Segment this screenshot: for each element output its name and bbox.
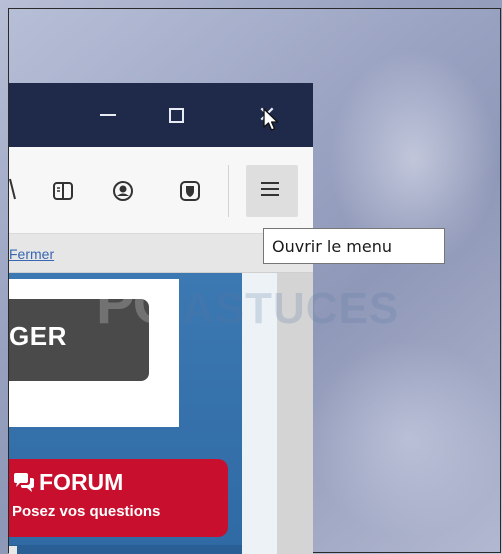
site-watermark: PC ASTUCES	[96, 270, 456, 340]
close-link[interactable]: Fermer	[9, 246, 54, 262]
menu-tooltip: Ouvrir le menu	[263, 228, 445, 264]
open-menu-button[interactable]	[246, 165, 298, 217]
reader-view-button[interactable]	[52, 180, 74, 202]
page-bottom-bar	[9, 545, 242, 554]
browser-toolbar	[9, 147, 313, 234]
tracking-protection-button[interactable]	[179, 180, 201, 202]
reader-view-icon	[53, 182, 73, 200]
maximize-icon	[168, 107, 184, 123]
chat-bubbles-icon	[14, 473, 34, 492]
forum-subtitle: Posez vos questions	[12, 503, 161, 520]
watermark-astuces: ASTUCES	[182, 284, 400, 333]
watermark-pc: PC	[96, 271, 175, 336]
maximize-button[interactable]	[154, 97, 198, 133]
minimize-icon	[100, 114, 116, 116]
download-button-label: GER	[9, 321, 67, 351]
account-icon	[113, 181, 133, 201]
account-button[interactable]	[112, 180, 134, 202]
forum-button[interactable]: FORUM Posez vos questions	[9, 459, 228, 537]
checkbox[interactable]	[9, 546, 17, 554]
mouse-cursor-icon	[263, 108, 279, 131]
minimize-button[interactable]	[86, 97, 130, 133]
address-bar-edge[interactable]	[9, 169, 17, 209]
hamburger-menu-icon	[261, 182, 279, 196]
forum-title: FORUM	[39, 469, 124, 495]
toolbar-separator	[228, 165, 229, 217]
cloud	[309, 339, 502, 539]
tooltip-text: Ouvrir le menu	[272, 236, 392, 256]
shield-icon	[180, 181, 200, 201]
